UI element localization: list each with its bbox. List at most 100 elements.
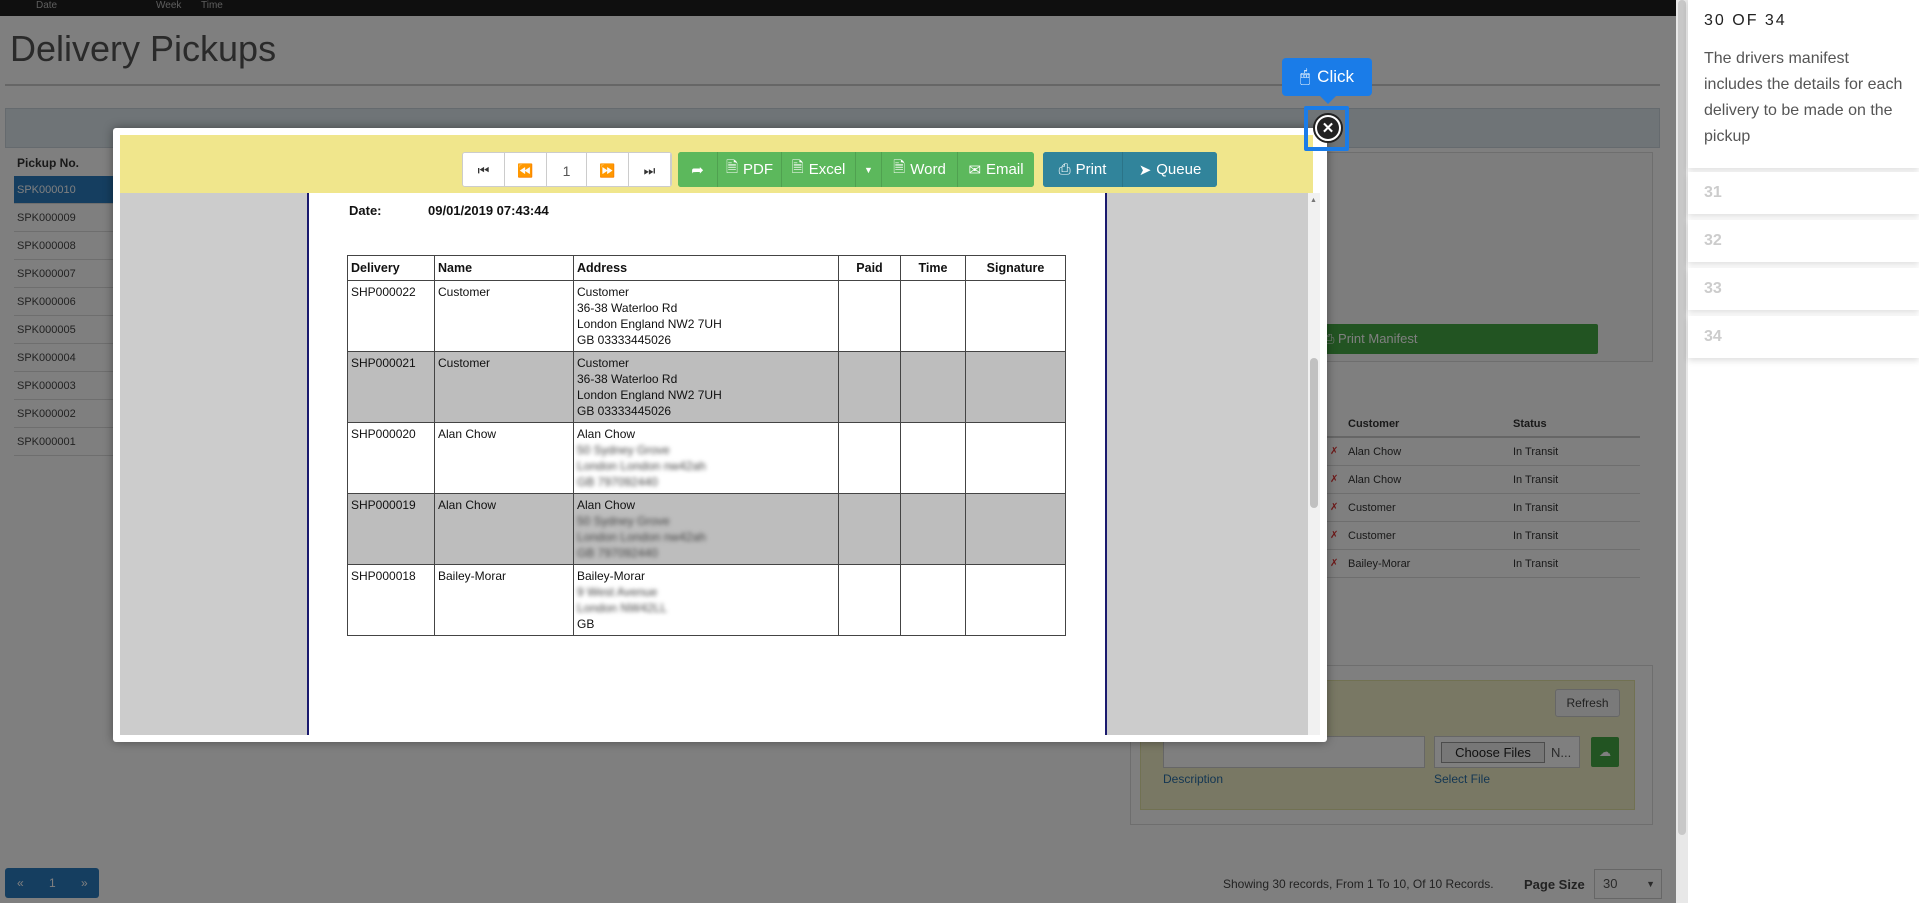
signature-column-header: Signature — [965, 255, 1066, 281]
address-line: London England NW2 7UH — [577, 388, 722, 402]
page-navigation: ⏮ ⏪ 1 ⏩ ⏭ — [462, 152, 672, 187]
address-line: Customer — [577, 356, 630, 370]
address-cell: Alan Chow 50 Sydney Grove London London … — [573, 422, 839, 494]
export-group: ➦ 🗎 PDF 🗎 Excel ▼ 🗎 Word ✉ Email — [678, 152, 1034, 187]
word-button[interactable]: 🗎 Word — [882, 152, 958, 187]
report-toolbar: ⏮ ⏪ 1 ⏩ ⏭ ➦ 🗎 PDF 🗎 Excel ▼ 🗎 Word ✉ Ema… — [120, 135, 1313, 193]
current-page-input[interactable]: 1 — [547, 153, 587, 186]
email-button[interactable]: ✉ Email — [958, 152, 1034, 187]
email-label: Email — [986, 161, 1024, 178]
table-row: SHP000019 Alan Chow Alan Chow 50 Sydney … — [347, 493, 1066, 565]
address-cell: Bailey-Morar 9 West Avenue London NW42LL… — [573, 564, 839, 636]
address-line-redacted: GB 797092440 — [577, 475, 658, 489]
report-page: Date: 09/01/2019 07:43:44 Delivery Name … — [307, 193, 1107, 735]
delivery-column-header: Delivery — [347, 255, 435, 281]
name-cell: Bailey-Morar — [434, 564, 574, 636]
previous-page-button[interactable]: ⏪ — [505, 153, 547, 186]
report-canvas[interactable]: Date: 09/01/2019 07:43:44 Delivery Name … — [120, 193, 1308, 735]
click-tooltip-label: Click — [1317, 67, 1355, 86]
first-page-icon: ⏮ — [477, 162, 490, 178]
excel-file-icon: 🗎 — [791, 159, 804, 176]
close-icon: ✕ — [1317, 117, 1339, 139]
guide-panel: 30 OF 34 The drivers manifest includes t… — [1688, 0, 1919, 903]
paper-plane-icon: ➤ — [1138, 161, 1152, 179]
page-scrollbar[interactable] — [1676, 0, 1688, 903]
address-line: Alan Chow — [577, 427, 636, 441]
guide-step-item[interactable]: 31 — [1688, 172, 1919, 214]
caret-down-icon: ▼ — [864, 164, 873, 175]
scrollbar-thumb[interactable] — [1310, 358, 1318, 508]
print-button[interactable]: ⎙ Print — [1043, 152, 1123, 187]
print-label: Print — [1075, 161, 1107, 178]
excel-label: Excel — [808, 161, 846, 178]
address-line-redacted: 9 West Avenue — [577, 585, 658, 599]
paid-cell — [838, 493, 901, 565]
time-cell — [900, 422, 966, 494]
page-scrollbar-thumb[interactable] — [1678, 0, 1686, 835]
last-page-icon: ⏭ — [643, 162, 656, 178]
address-line-redacted: 50 Sydney Grove — [577, 443, 670, 457]
name-column-header: Name — [434, 255, 574, 281]
report-viewer-modal: ⏮ ⏪ 1 ⏩ ⏭ ➦ 🗎 PDF 🗎 Excel ▼ 🗎 Word ✉ Ema… — [113, 128, 1327, 742]
address-cell: Customer 36-38 Waterloo Rd London Englan… — [573, 351, 839, 423]
drivers-manifest-table: Delivery Name Address Paid Time Signatur… — [347, 255, 1066, 636]
word-file-icon: 🗎 — [893, 159, 906, 176]
next-page-button[interactable]: ⏩ — [587, 153, 629, 186]
address-cell: Customer 36-38 Waterloo Rd London Englan… — [573, 280, 839, 352]
export-dropdown-button[interactable]: ▼ — [856, 152, 882, 187]
last-page-button[interactable]: ⏭ — [629, 153, 671, 186]
paid-column-header: Paid — [838, 255, 901, 281]
report-scrollbar[interactable]: ▲ — [1308, 193, 1320, 735]
address-line: Alan Chow — [577, 498, 636, 512]
printer-icon: ⎙ — [1058, 161, 1071, 178]
guide-step-item[interactable]: 34 — [1688, 316, 1919, 358]
pdf-label: PDF — [743, 161, 774, 178]
guide-step-text: The drivers manifest includes the detail… — [1704, 50, 1903, 145]
address-line: GB — [577, 617, 595, 631]
guide-step-item[interactable]: 33 — [1688, 268, 1919, 310]
name-cell: Alan Chow — [434, 422, 574, 494]
paid-cell — [838, 280, 901, 352]
name-cell: Customer — [434, 280, 574, 352]
word-label: Word — [910, 161, 946, 178]
first-page-button[interactable]: ⏮ — [463, 153, 505, 186]
envelope-icon: ✉ — [968, 161, 982, 179]
name-cell: Customer — [434, 351, 574, 423]
table-row: SHP000020 Alan Chow Alan Chow 50 Sydney … — [347, 422, 1066, 494]
share-button[interactable]: ➦ — [678, 152, 718, 187]
table-row: SHP000018 Bailey-Morar Bailey-Morar 9 We… — [347, 564, 1066, 636]
address-line: GB 03333445026 — [577, 404, 672, 418]
share-icon: ➦ — [691, 161, 704, 179]
next-page-icon: ⏩ — [599, 162, 616, 178]
guide-current-step: 30 OF 34 The drivers manifest includes t… — [1688, 0, 1919, 168]
address-line: 36-38 Waterloo Rd — [577, 372, 678, 386]
pdf-button[interactable]: 🗎 PDF — [718, 152, 782, 187]
address-line-redacted: 50 Sydney Grove — [577, 514, 670, 528]
address-line-redacted: GB 797092440 — [577, 546, 658, 560]
delivery-cell: SHP000018 — [347, 564, 435, 636]
time-cell — [900, 493, 966, 565]
address-line: Customer — [577, 285, 630, 299]
signature-cell — [965, 351, 1066, 423]
time-cell — [900, 351, 966, 423]
paid-cell — [838, 564, 901, 636]
paid-cell — [838, 422, 901, 494]
scroll-up-icon[interactable]: ▲ — [1310, 197, 1317, 204]
guide-step-item[interactable]: 32 — [1688, 220, 1919, 262]
address-line-redacted: London London nw42ah — [577, 530, 706, 544]
address-line: 36-38 Waterloo Rd — [577, 301, 678, 315]
report-date-label: Date: — [349, 203, 382, 218]
time-cell — [900, 280, 966, 352]
close-modal-button[interactable]: ✕ — [1313, 113, 1343, 143]
delivery-cell: SHP000021 — [347, 351, 435, 423]
previous-page-icon: ⏪ — [517, 162, 534, 178]
address-line: Bailey-Morar — [577, 569, 646, 583]
queue-button[interactable]: ➤ Queue — [1123, 152, 1217, 187]
delivery-cell: SHP000022 — [347, 280, 435, 352]
queue-label: Queue — [1156, 161, 1202, 178]
guide-step-counter: 30 OF 34 — [1704, 12, 1787, 29]
excel-button[interactable]: 🗎 Excel — [782, 152, 856, 187]
address-line-redacted: London London nw42ah — [577, 459, 706, 473]
signature-cell — [965, 422, 1066, 494]
name-cell: Alan Chow — [434, 493, 574, 565]
